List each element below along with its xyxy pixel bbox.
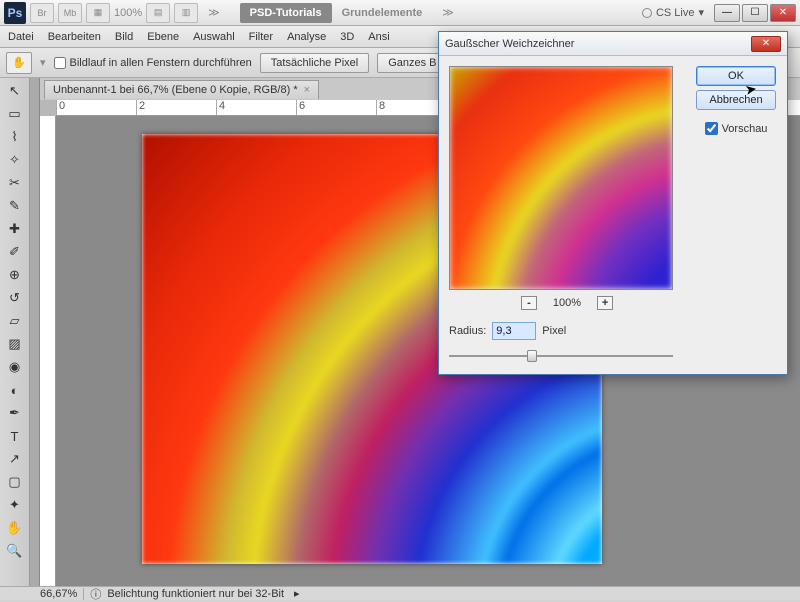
dialog-close-button[interactable]: ✕ — [751, 36, 781, 52]
ok-button[interactable]: OK ➤ — [696, 66, 776, 86]
zoom-level[interactable]: 100% — [114, 7, 142, 19]
cancel-button[interactable]: Abbrechen — [696, 90, 776, 110]
blur-tool-icon[interactable]: ◉ — [3, 356, 27, 378]
ok-label: OK — [728, 70, 744, 82]
app-logo: Ps — [4, 2, 26, 24]
app-titlebar: Ps Br Mb ▦ 100% ▤ ▥ ≫ PSD-Tutorials Grun… — [0, 0, 800, 26]
menu-datei[interactable]: Datei — [8, 31, 34, 43]
extras-icon[interactable]: ▥ — [174, 3, 198, 23]
minibridge-icon[interactable]: Mb — [58, 3, 82, 23]
menu-bearbeiten[interactable]: Bearbeiten — [48, 31, 101, 43]
info-icon: ⓘ — [90, 586, 101, 602]
fit-screen-button[interactable]: Ganzes B — [377, 53, 447, 73]
status-bar: 66,67% ⓘ Belichtung funktioniert nur bei… — [0, 586, 800, 600]
crop-tool-icon[interactable]: ✂ — [3, 172, 27, 194]
status-message: Belichtung funktioniert nur bei 32-Bit — [107, 588, 284, 600]
minimize-button[interactable]: — — [714, 4, 740, 22]
cursor-icon: ➤ — [744, 80, 759, 99]
pen-tool-icon[interactable]: ✒ — [3, 402, 27, 424]
cslive-label: CS Live — [656, 7, 695, 19]
gaussian-blur-dialog: Gaußscher Weichzeichner ✕ - 100% + Radiu… — [438, 31, 788, 375]
radius-input[interactable] — [492, 322, 536, 340]
panel-tab[interactable] — [30, 78, 40, 586]
history-brush-icon[interactable]: ↺ — [3, 287, 27, 309]
chevron-right-icon[interactable]: ≫ — [442, 6, 454, 19]
preview-checkbox[interactable]: Vorschau — [705, 122, 768, 135]
wand-tool-icon[interactable]: ✧ — [3, 149, 27, 171]
marquee-tool-icon[interactable]: ▭ — [3, 103, 27, 125]
hand-tool-icon[interactable]: ✋ — [3, 517, 27, 539]
dialog-title: Gaußscher Weichzeichner — [445, 38, 574, 50]
menu-bild[interactable]: Bild — [115, 31, 133, 43]
preview-label: Vorschau — [722, 123, 768, 135]
eraser-tool-icon[interactable]: ▱ — [3, 310, 27, 332]
hand-tool-icon[interactable]: ✋ — [6, 52, 32, 74]
ruler-vertical — [40, 116, 56, 586]
menu-3d[interactable]: 3D — [340, 31, 354, 43]
document-tab[interactable]: Unbenannt-1 bei 66,7% (Ebene 0 Kopie, RG… — [44, 80, 319, 99]
scroll-all-label: Bildlauf in allen Fenstern durchführen — [70, 57, 252, 69]
gradient-tool-icon[interactable]: ▨ — [3, 333, 27, 355]
cslive-menu[interactable]: CS Live ▾ — [642, 6, 704, 19]
menu-filter[interactable]: Filter — [249, 31, 273, 43]
bridge-icon[interactable]: Br — [30, 3, 54, 23]
menu-ansicht[interactable]: Ansi — [368, 31, 389, 43]
maximize-button[interactable]: ☐ — [742, 4, 768, 22]
scroll-all-checkbox[interactable]: Bildlauf in allen Fenstern durchführen — [54, 57, 252, 69]
actual-pixels-button[interactable]: Tatsächliche Pixel — [260, 53, 369, 73]
preview-zoom: 100% — [553, 297, 581, 309]
zoom-in-button[interactable]: + — [597, 296, 613, 310]
path-tool-icon[interactable]: ↗ — [3, 448, 27, 470]
tools-panel: ↖ ▭ ⌇ ✧ ✂ ✎ ✚ ✐ ⊕ ↺ ▱ ▨ ◉ ◐ ✒ T ↗ ▢ ✦ ✋ … — [0, 78, 30, 586]
dialog-titlebar[interactable]: Gaußscher Weichzeichner ✕ — [439, 32, 787, 56]
zoom-out-button[interactable]: - — [521, 296, 537, 310]
menu-analyse[interactable]: Analyse — [287, 31, 326, 43]
lasso-tool-icon[interactable]: ⌇ — [3, 126, 27, 148]
heal-tool-icon[interactable]: ✚ — [3, 218, 27, 240]
arrange-icon[interactable]: ▤ — [146, 3, 170, 23]
menu-auswahl[interactable]: Auswahl — [193, 31, 235, 43]
brush-tool-icon[interactable]: ✐ — [3, 241, 27, 263]
radius-slider[interactable] — [449, 348, 673, 364]
type-tool-icon[interactable]: T — [3, 425, 27, 447]
tab-grundelemente[interactable]: Grundelemente — [332, 3, 433, 23]
3d-tool-icon[interactable]: ✦ — [3, 494, 27, 516]
menu-ebene[interactable]: Ebene — [147, 31, 179, 43]
stamp-tool-icon[interactable]: ⊕ — [3, 264, 27, 286]
close-icon[interactable]: × — [304, 84, 310, 96]
tab-psd-tutorials[interactable]: PSD-Tutorials — [240, 3, 332, 23]
preview-image[interactable] — [449, 66, 673, 290]
chevron-right-icon[interactable]: ≫ — [208, 6, 220, 19]
radius-label: Radius: — [449, 325, 486, 337]
status-zoom[interactable]: 66,67% — [40, 588, 84, 600]
dodge-tool-icon[interactable]: ◐ — [3, 379, 27, 401]
document-tab-label: Unbenannt-1 bei 66,7% (Ebene 0 Kopie, RG… — [53, 84, 298, 96]
screenmode-icon[interactable]: ▦ — [86, 3, 110, 23]
radius-unit: Pixel — [542, 325, 566, 337]
circle-icon — [642, 8, 652, 18]
shape-tool-icon[interactable]: ▢ — [3, 471, 27, 493]
zoom-tool-icon[interactable]: 🔍 — [3, 540, 27, 562]
move-tool-icon[interactable]: ↖ — [3, 80, 27, 102]
close-button[interactable]: ✕ — [770, 4, 796, 22]
eyedropper-tool-icon[interactable]: ✎ — [3, 195, 27, 217]
